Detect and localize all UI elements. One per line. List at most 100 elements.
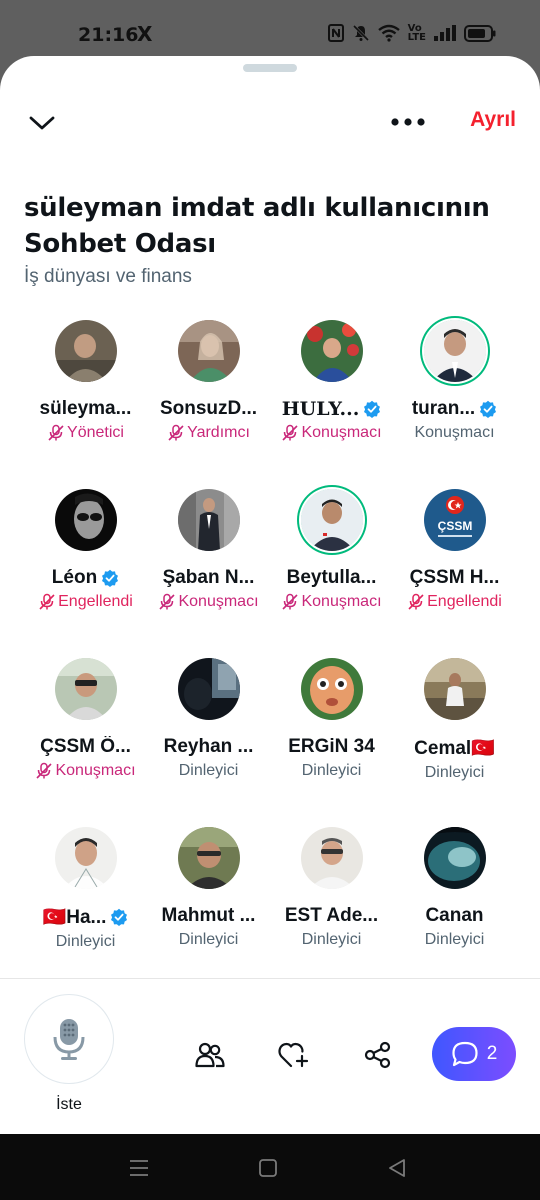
participant[interactable]: turan... Konuşmacı: [393, 320, 516, 489]
home-button[interactable]: [256, 1156, 280, 1180]
microphone-icon: [53, 1019, 85, 1060]
mic-muted-icon: [36, 762, 53, 779]
participant[interactable]: Cemal🇹🇷 Dinleyici: [393, 658, 516, 827]
participant-role-text: Konuşmacı: [414, 424, 495, 441]
status-icons: Vo LTE: [327, 24, 496, 43]
participant-name: Léon: [52, 567, 119, 589]
participant-name-text: EST Ade...: [284, 905, 379, 926]
participant-name: ÇSSM Ö...: [40, 736, 131, 758]
mic-muted-icon: [39, 593, 55, 610]
avatar: [54, 658, 117, 720]
participant-role-text: Dinleyici: [301, 931, 362, 948]
participant-name: ERGiN 34: [288, 736, 375, 758]
participant[interactable]: Beytulla... Konuşmacı: [270, 489, 393, 658]
heart-plus-icon: [278, 1042, 309, 1068]
collapse-button[interactable]: [24, 108, 60, 138]
participant-role: Konuşmacı: [281, 424, 382, 442]
share-button[interactable]: [361, 1038, 395, 1072]
participant-name-text: Cemal🇹🇷: [414, 738, 495, 759]
participant-role-text: Konuşmacı: [178, 593, 259, 610]
participant-name-text: SonsuzD...: [159, 398, 258, 419]
recents-button[interactable]: [127, 1156, 151, 1180]
participant-name-text: ÇSSM H...: [409, 567, 500, 588]
participant-role: Konuşmacı: [414, 424, 494, 442]
participant[interactable]: süleyma... Yönetici: [24, 320, 147, 489]
verified-badge-icon: [480, 400, 497, 418]
mic-muted-icon: [48, 424, 64, 441]
avatar: [300, 658, 363, 720]
room-topic: İş dünyası ve finans: [24, 266, 192, 287]
system-nav-bar: [0, 1134, 540, 1200]
participant-role: Yardımcı: [167, 424, 250, 442]
avatar: [177, 320, 240, 382]
participant-name: Cemal🇹🇷: [414, 736, 495, 760]
chat-count: 2: [486, 1043, 498, 1064]
status-bar: 21:16 X Vo LTE: [0, 0, 540, 56]
participant-role: Engellendi: [38, 593, 133, 611]
battery-icon: [464, 24, 496, 42]
back-button[interactable]: [385, 1156, 409, 1180]
participant-role-text: Dinleyici: [178, 762, 239, 779]
participant-name: ÇSSM H...: [410, 567, 500, 589]
react-button[interactable]: [277, 1038, 311, 1072]
request-mic-button[interactable]: [24, 994, 114, 1084]
chevron-down-icon: [29, 116, 55, 130]
participant[interactable]: ÇSSM Ö... Konuşmacı: [24, 658, 147, 827]
participant-name-text: ERGiN 34: [288, 736, 375, 757]
participant-role: Dinleyici: [302, 762, 362, 780]
participant[interactable]: HULY... Konuşmacı: [270, 320, 393, 489]
bottom-divider: [0, 978, 540, 979]
participant[interactable]: Reyhan ... Dinleyici: [147, 658, 270, 827]
participant-name-text: Beytulla...: [286, 567, 377, 588]
participant-role-text: Dinleyici: [178, 931, 239, 948]
verified-badge-icon: [111, 908, 128, 926]
participant[interactable]: Şaban N... Konuşmacı: [147, 489, 270, 658]
mic-muted-icon: [408, 593, 424, 610]
participant-name: turan...: [412, 398, 497, 420]
participant[interactable]: Mahmut ... Dinleyici: [147, 827, 270, 996]
participant-role-text: Dinleyici: [55, 933, 116, 950]
participant-role: Engellendi: [407, 593, 502, 611]
participant[interactable]: Canan Dinleyici: [393, 827, 516, 996]
participant-name: SonsuzD...: [160, 398, 257, 420]
participant[interactable]: ERGiN 34 Dinleyici: [270, 658, 393, 827]
participant-name: süleyma...: [40, 398, 132, 420]
participant-name-text: süleyma...: [39, 398, 132, 419]
participant[interactable]: 🇹🇷Ha... Dinleyici: [24, 827, 147, 996]
participant-name-text: 🇹🇷Ha...: [42, 907, 107, 928]
participant-name: HULY...: [282, 398, 382, 420]
participant[interactable]: Léon Engellendi: [24, 489, 147, 658]
participant-role-text: Engellendi: [58, 593, 133, 610]
participant-role: Konuşmacı: [35, 762, 136, 780]
participant-grid: süleyma... Yönetici SonsuzD... Yardımcı …: [24, 320, 516, 996]
participant[interactable]: SonsuzD... Yardımcı: [147, 320, 270, 489]
drag-handle[interactable]: [243, 64, 297, 72]
back-triangle-icon: [389, 1159, 405, 1177]
participant-name-text: Reyhan ...: [163, 736, 254, 757]
nfc-icon: [327, 24, 344, 42]
verified-badge-icon: [364, 400, 381, 418]
participant-role-text: Dinleyici: [424, 764, 485, 781]
request-label: İste: [56, 1096, 82, 1113]
avatar: ÇSSM: [423, 489, 486, 551]
participant-role: Konuşmacı: [281, 593, 382, 611]
participant-name: Mahmut ...: [162, 905, 256, 927]
chat-button[interactable]: 2: [432, 1027, 516, 1081]
participant-name-text: Canan: [425, 905, 484, 926]
mic-muted-icon: [159, 593, 176, 610]
participant-name-text: Şaban N...: [162, 567, 255, 588]
more-button[interactable]: [388, 110, 428, 134]
avatar-badge-text: ÇSSM: [437, 519, 472, 533]
participants-button[interactable]: [193, 1038, 227, 1072]
mic-muted-icon: [168, 424, 184, 441]
home-square-icon: [259, 1159, 277, 1177]
avatar: [423, 658, 486, 720]
participant-name: 🇹🇷Ha...: [43, 905, 129, 929]
participant[interactable]: EST Ade... Dinleyici: [270, 827, 393, 996]
participant-role-text: Yardımcı: [187, 424, 250, 441]
participant-name-text: turan...: [411, 398, 476, 419]
participant[interactable]: ÇSSM ÇSSM H... Engellendi: [393, 489, 516, 658]
leave-button[interactable]: Ayrıl: [470, 108, 516, 132]
participant-name-text: Mahmut ...: [161, 905, 256, 926]
x-logo-icon: X: [137, 22, 153, 46]
